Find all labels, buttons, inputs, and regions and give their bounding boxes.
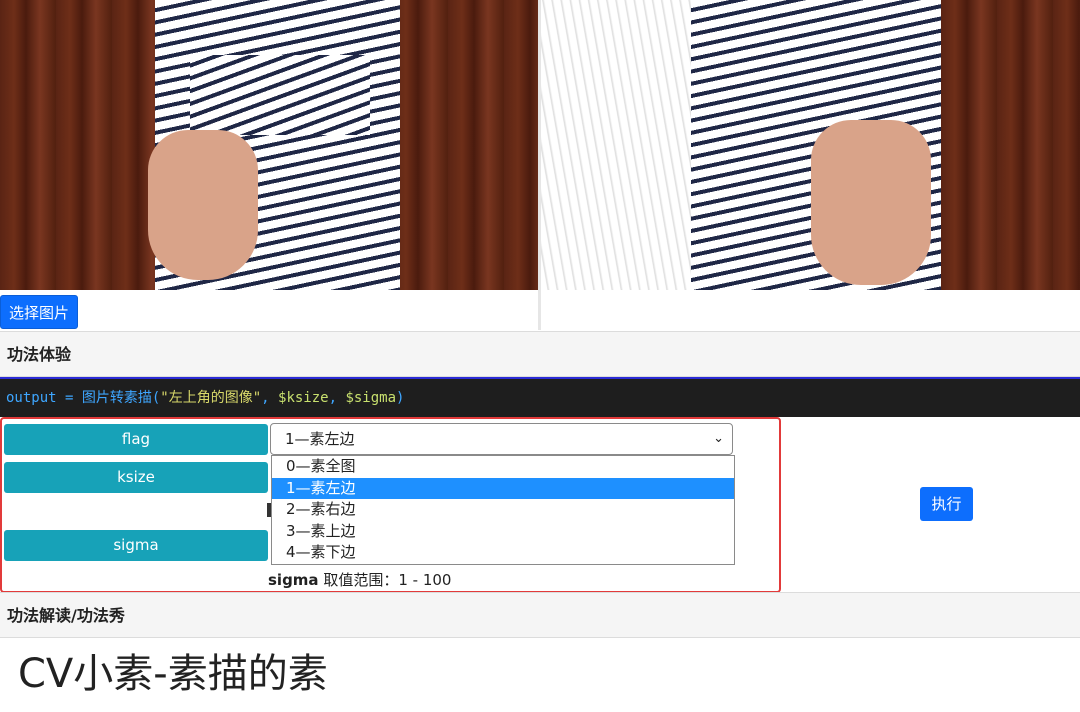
flag-option[interactable]: 0—素全图 <box>272 456 734 478</box>
code-lhs: output = 图片转素描( <box>6 390 161 406</box>
flag-dropdown-list: 0—素全图 1—素左边 2—素右边 3—素上边 4—素下边 <box>271 455 735 565</box>
source-image <box>0 0 538 290</box>
code-arg-string: "左上角的图像" <box>160 390 262 406</box>
code-line: output = 图片转素描("左上角的图像", $ksize, $sigma) <box>0 377 1080 417</box>
params-panel: flag ksize sigma 1—素左边 ⌄ 0—素全图 1—素左边 2—素… <box>0 417 781 593</box>
sigma-range-label: sigma <box>268 571 319 589</box>
upload-area <box>0 290 538 330</box>
wood-background <box>941 0 1080 290</box>
ksize-button[interactable]: ksize <box>4 462 268 493</box>
flag-option[interactable]: 3—素上边 <box>272 521 734 543</box>
code-sep: , <box>261 390 279 406</box>
code-arg-ksize: $ksize <box>278 390 329 406</box>
result-image <box>541 0 1080 290</box>
sigma-range-hint: sigma 取值范围：1 - 100 <box>268 569 451 590</box>
arm <box>811 120 931 285</box>
sigma-button[interactable]: sigma <box>4 530 268 561</box>
article-title: CV小素-素描的素 <box>18 651 328 697</box>
arm <box>148 130 258 280</box>
flag-button[interactable]: flag <box>4 424 268 455</box>
chevron-down-icon: ⌄ <box>713 431 724 446</box>
code-arg-sigma: $sigma <box>345 390 397 406</box>
striped-sleeve <box>190 55 370 135</box>
section-header-explain: 功法解读/功法秀 <box>0 592 1080 638</box>
flag-selected-value: 1—素左边 <box>285 430 355 448</box>
sketch-region <box>541 0 711 290</box>
execute-button[interactable]: 执行 <box>920 487 973 521</box>
section-header-experience: 功法体验 <box>0 331 1080 377</box>
code-close: ) <box>396 390 405 406</box>
flag-option[interactable]: 4—素下边 <box>272 542 734 564</box>
flag-option-selected[interactable]: 1—素左边 <box>272 477 734 500</box>
flag-option[interactable]: 2—素右边 <box>272 499 734 521</box>
flag-select[interactable]: 1—素左边 ⌄ <box>270 423 733 455</box>
choose-image-button[interactable]: 选择图片 <box>0 295 79 329</box>
code-sep: , <box>328 390 346 406</box>
sigma-range-text: 取值范围：1 - 100 <box>318 571 452 589</box>
